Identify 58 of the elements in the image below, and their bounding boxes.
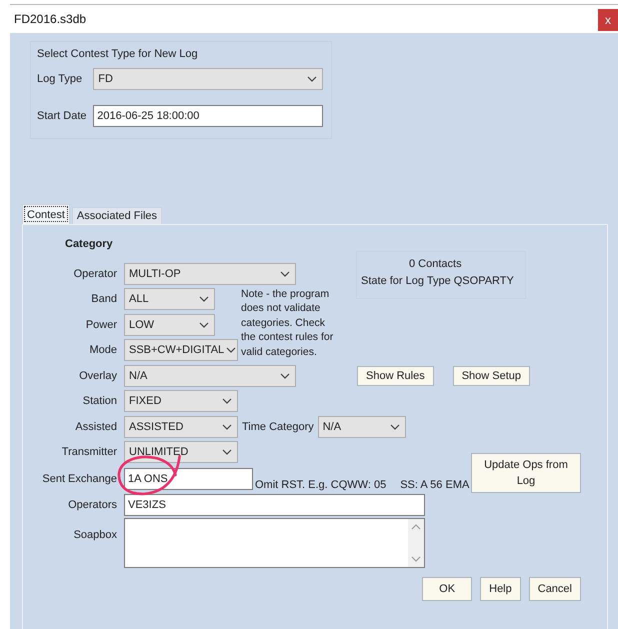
input-field[interactable]: 2016-06-25 18:00:00 <box>93 105 323 127</box>
field-label: Overlay <box>78 370 118 382</box>
note-text: Note - the program does not validate categories. Check the contest rules for valid categories. <box>240 286 334 359</box>
field-label: Power <box>84 318 118 331</box>
text-area[interactable] <box>124 518 425 568</box>
dropdown[interactable]: UNLIMITED <box>124 441 238 464</box>
field-label: Assisted <box>74 420 118 433</box>
scrollbar[interactable] <box>408 519 424 567</box>
field-label: Operator <box>72 268 118 280</box>
dropdown[interactable]: FD <box>93 68 323 90</box>
dropdown[interactable]: SSB+CW+DIGITAL <box>124 339 238 362</box>
chevron-down-icon <box>199 322 209 328</box>
field-label: Mode <box>88 344 118 356</box>
chevron-down-icon <box>307 76 317 82</box>
dropdown[interactable]: N/A <box>318 416 406 438</box>
tab[interactable]: Associated Files <box>72 207 162 224</box>
dialog-button[interactable]: OK <box>422 577 472 601</box>
dropdown[interactable]: FIXED <box>124 390 238 412</box>
chevron-down-icon <box>226 347 236 354</box>
field-label: Sent Exchange <box>41 473 118 485</box>
hint-text: SS: A 56 EMA <box>400 479 470 491</box>
update-button[interactable]: Update Ops from Log <box>471 453 581 493</box>
field-label: Time Category <box>242 420 314 433</box>
dropdown[interactable]: N/A <box>124 364 296 387</box>
info-text: 0 Contacts <box>408 257 463 272</box>
group-heading: Select Contest Type for New Log <box>37 48 199 60</box>
field-label: Transmitter <box>60 446 118 458</box>
field-label: Station <box>82 395 118 408</box>
input-field[interactable]: VE3IZS <box>124 494 425 516</box>
close-button[interactable]: x <box>598 9 618 31</box>
hint-text: Omit RST. E.g. CQWW: 05 <box>255 479 386 491</box>
chevron-down-icon <box>280 270 290 277</box>
section-heading: Category <box>65 238 114 252</box>
chevron-down-icon <box>222 424 232 430</box>
show-button[interactable]: Show Rules <box>357 366 434 386</box>
dropdown[interactable]: MULTI-OP <box>124 262 296 285</box>
dropdown[interactable]: ASSISTED <box>124 416 238 438</box>
chevron-down-icon <box>222 398 232 404</box>
scroll-down-icon[interactable] <box>411 556 421 562</box>
field-label: Start Date <box>37 110 88 122</box>
dialog-button[interactable]: Cancel <box>528 577 581 601</box>
field-label: Band <box>90 293 118 306</box>
chevron-down-icon <box>390 424 400 430</box>
tab[interactable]: Contest <box>22 204 70 224</box>
chevron-down-icon <box>280 372 290 379</box>
input-field[interactable]: 1A ONS <box>124 468 253 490</box>
dropdown[interactable]: ALL <box>124 288 215 310</box>
field-label: Soapbox <box>72 528 118 541</box>
chevron-down-icon <box>222 449 232 456</box>
field-label: Operators <box>67 498 118 510</box>
window-title: FD2016.s3db <box>13 12 86 26</box>
scroll-up-icon[interactable] <box>411 524 421 530</box>
dialog-button[interactable]: Help <box>480 577 521 601</box>
field-label: Log Type <box>37 73 84 85</box>
dropdown[interactable]: LOW <box>124 314 215 336</box>
info-text: State for Log Type QSOPARTY <box>360 274 515 289</box>
chevron-down-icon <box>199 296 209 302</box>
show-button[interactable]: Show Setup <box>452 366 530 386</box>
